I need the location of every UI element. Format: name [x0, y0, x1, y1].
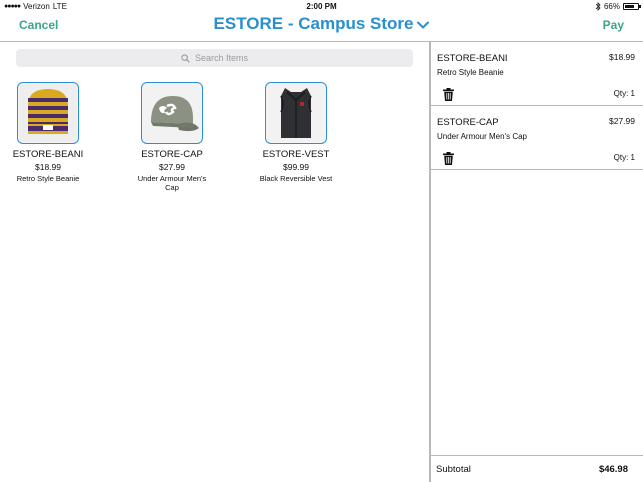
cart-item-sku: ESTORE-BEANI [437, 53, 508, 64]
battery-fill [625, 5, 635, 8]
battery-icon [623, 3, 641, 10]
cart-item-sku: ESTORE-CAP [437, 117, 499, 128]
subtotal-label: Subtotal [436, 464, 471, 475]
pay-button[interactable]: Pay [603, 18, 624, 32]
cart-item-qty[interactable]: Qty: 1 [614, 153, 635, 162]
chevron-down-icon [417, 21, 430, 29]
search-bar[interactable]: Search Items [16, 49, 413, 67]
nav-bar: Cancel ESTORE - Campus Store Pay [0, 13, 643, 42]
trash-icon[interactable] [443, 152, 454, 165]
subtotal-bar: Subtotal $46.98 [431, 455, 643, 482]
cart-item-description: Under Armour Men's Cap [437, 132, 528, 141]
page-title: ESTORE - Campus Store [213, 14, 414, 33]
subtotal-value: $46.98 [598, 464, 628, 475]
cap-image [143, 84, 201, 142]
search-input[interactable]: Search Items [195, 53, 248, 63]
product-image[interactable] [265, 82, 327, 144]
trash-icon[interactable] [443, 88, 454, 101]
vest-image [267, 84, 325, 142]
product-tile[interactable]: ESTORE-VEST $99.99 Black Reversible Vest [258, 82, 334, 192]
product-description: Retro Style Beanie [16, 174, 80, 183]
bluetooth-icon [595, 2, 601, 11]
product-tile[interactable]: ESTORE-BEANI $18.99 Retro Style Beanie [10, 82, 86, 192]
status-time: 2:00 PM [306, 2, 337, 11]
cart-item-description: Retro Style Beanie [437, 68, 504, 77]
status-bar: ●●●●● Verizon LTE 2:00 PM 66% [0, 0, 643, 13]
cart-item[interactable]: ESTORE-BEANI $18.99 Retro Style Beanie Q… [431, 42, 643, 106]
product-price: $18.99 [35, 162, 61, 172]
cart-item-price: $27.99 [609, 116, 635, 126]
cart-item-price: $18.99 [609, 52, 635, 62]
store-selector[interactable]: ESTORE - Campus Store [0, 14, 643, 34]
product-sku: ESTORE-BEANI [12, 149, 84, 160]
product-image[interactable] [141, 82, 203, 144]
beanie-image [19, 84, 77, 142]
product-grid: ESTORE-BEANI $18.99 Retro Style Beanie E… [10, 82, 334, 192]
battery-percent: 66% [603, 2, 620, 11]
product-description: Black Reversible Vest [259, 174, 333, 183]
cart-panel: ESTORE-BEANI $18.99 Retro Style Beanie Q… [431, 42, 643, 482]
product-panel: Search Items ESTORE-BEANI $18.99 Retro S… [0, 42, 429, 482]
product-price: $99.99 [283, 162, 309, 172]
product-sku: ESTORE-VEST [262, 149, 330, 160]
cart-item-qty[interactable]: Qty: 1 [614, 89, 635, 98]
cart-item[interactable]: ESTORE-CAP $27.99 Under Armour Men's Cap… [431, 106, 643, 170]
product-tile[interactable]: ESTORE-CAP $27.99 Under Armour Men's Cap [134, 82, 210, 192]
product-description: Under Armour Men's Cap [137, 174, 207, 192]
product-image[interactable] [17, 82, 79, 144]
product-sku: ESTORE-CAP [141, 149, 203, 160]
status-right: 66% [595, 2, 641, 11]
search-icon [181, 53, 190, 63]
product-price: $27.99 [159, 162, 185, 172]
